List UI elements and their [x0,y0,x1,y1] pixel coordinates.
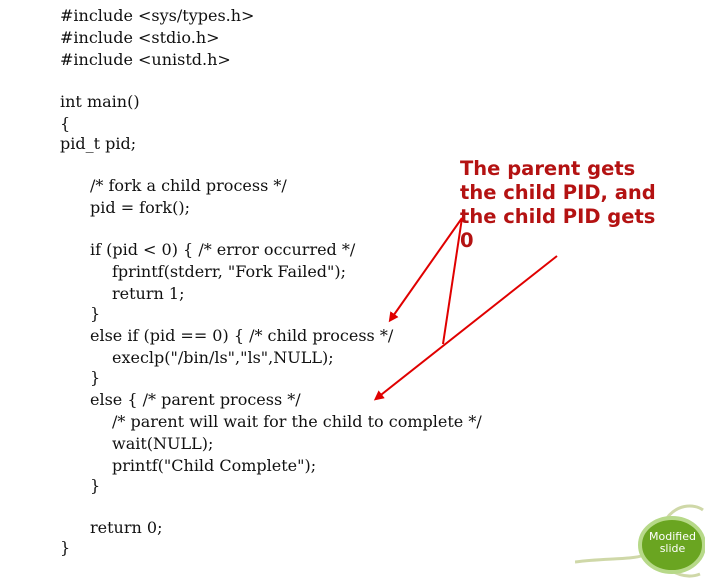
code-line: #include <unistd.h> [60,50,231,69]
code-line: pid_t pid; [60,134,137,153]
code-line: #include <sys/types.h> [60,6,255,25]
code-line: #include <stdio.h> [60,28,220,47]
code-line: wait(NULL); [112,434,214,453]
badge-label-line: slide [659,542,686,555]
code-line: } [90,304,101,323]
code-line: pid = fork(); [90,198,190,217]
code-line: /* fork a child process */ [90,176,287,195]
annotation-callout: The parent gets the child PID, and the c… [460,157,709,253]
code-line: else if (pid == 0) { /* child process */ [90,326,394,345]
code-line: { [60,114,71,133]
code-line: else { /* parent process */ [90,390,301,409]
code-line: int main() [60,92,140,111]
code-line: return 1; [112,284,185,303]
code-line: /* parent will wait for the child to com… [112,412,482,431]
code-line: } [90,476,101,495]
annotation-line: the child PID, and [460,181,656,204]
badge-label: Modified slide [640,531,705,555]
annotation-line: The parent gets [460,157,636,180]
code-line: } [60,538,71,557]
code-listing: #include <sys/types.h> #include <stdio.h… [0,0,709,578]
code-line: execlp("/bin/ls","ls",NULL); [112,348,334,367]
annotation-line: 0 [460,229,474,252]
code-line: if (pid < 0) { /* error occurred */ [90,240,356,259]
code-line: } [90,368,101,387]
badge-vine [575,553,646,564]
code-line: return 0; [90,518,163,537]
annotation-line: the child PID gets [460,205,656,228]
code-line: fprintf(stderr, "Fork Failed"); [112,262,347,281]
code-line: printf("Child Complete"); [112,456,317,475]
